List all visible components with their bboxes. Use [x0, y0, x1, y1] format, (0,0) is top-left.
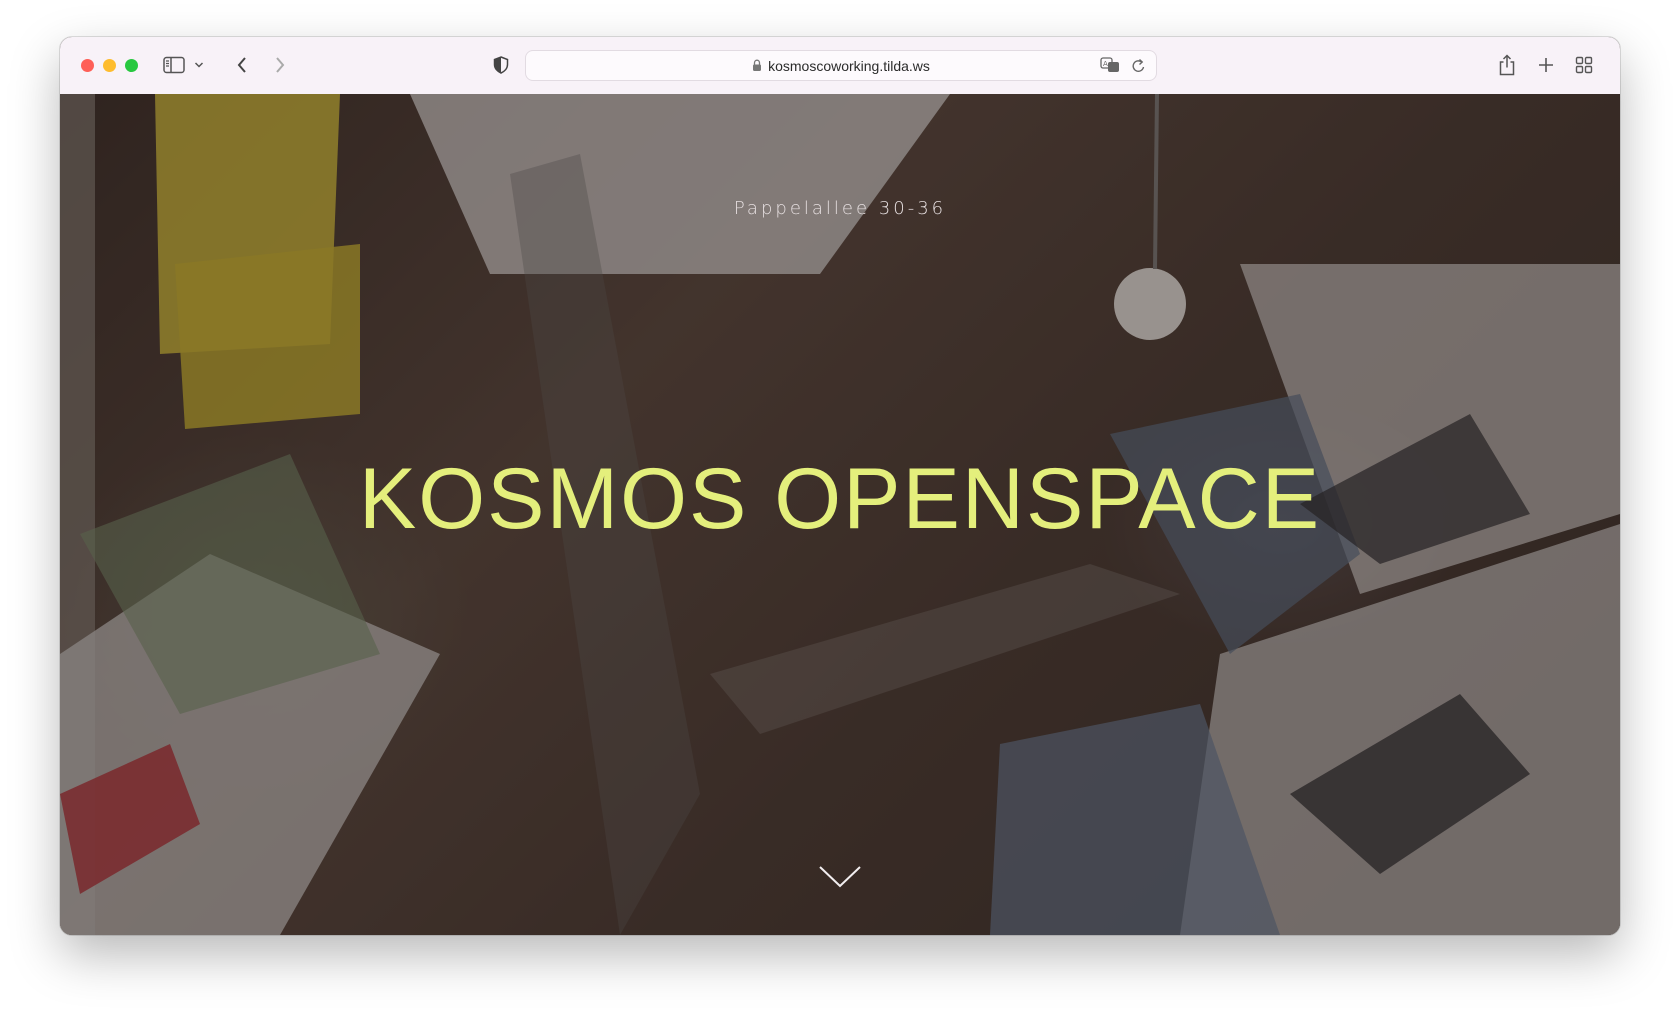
tab-overview-button[interactable]: [1572, 51, 1596, 79]
svg-text:A: A: [1103, 60, 1108, 68]
sidebar-icon: [163, 56, 185, 74]
forward-button[interactable]: [268, 51, 292, 79]
chevron-down-icon: [819, 866, 861, 888]
close-window-button[interactable]: [81, 59, 94, 72]
reload-button[interactable]: [1131, 58, 1146, 78]
lock-icon: [753, 59, 762, 71]
address-bar[interactable]: kosmoscoworking.tilda.ws A: [525, 50, 1157, 81]
grid-icon: [1575, 56, 1593, 74]
share-icon: [1499, 54, 1515, 76]
hero-subtitle: Pappelallee 30-36: [733, 198, 947, 219]
chevron-left-icon: [237, 57, 246, 73]
browser-window: kosmoscoworking.tilda.ws A Pappelallee 3…: [60, 37, 1620, 935]
sidebar-menu-button[interactable]: [192, 51, 206, 79]
hero-section: Pappelallee 30-36 KOSMOS OPENSPACE: [60, 94, 1620, 935]
privacy-report-button[interactable]: [489, 51, 513, 79]
shield-icon: [493, 56, 509, 74]
translate-icon: A: [1100, 57, 1119, 72]
translate-button[interactable]: A: [1100, 57, 1120, 77]
chevron-right-icon: [276, 57, 285, 73]
chevron-down-icon: [194, 62, 204, 68]
new-tab-button[interactable]: [1534, 51, 1558, 79]
minimize-window-button[interactable]: [103, 59, 116, 72]
scroll-down-button[interactable]: [818, 864, 862, 890]
back-button[interactable]: [230, 51, 254, 79]
sidebar-toggle-button[interactable]: [160, 51, 188, 79]
address-url: kosmoscoworking.tilda.ws: [768, 57, 930, 74]
plus-icon: [1539, 58, 1553, 72]
hero-title: KOSMOS OPENSPACE: [358, 451, 1322, 547]
reload-icon: [1132, 58, 1145, 72]
share-button[interactable]: [1495, 51, 1519, 79]
browser-toolbar: kosmoscoworking.tilda.ws A: [60, 37, 1620, 95]
zoom-window-button[interactable]: [125, 59, 138, 72]
